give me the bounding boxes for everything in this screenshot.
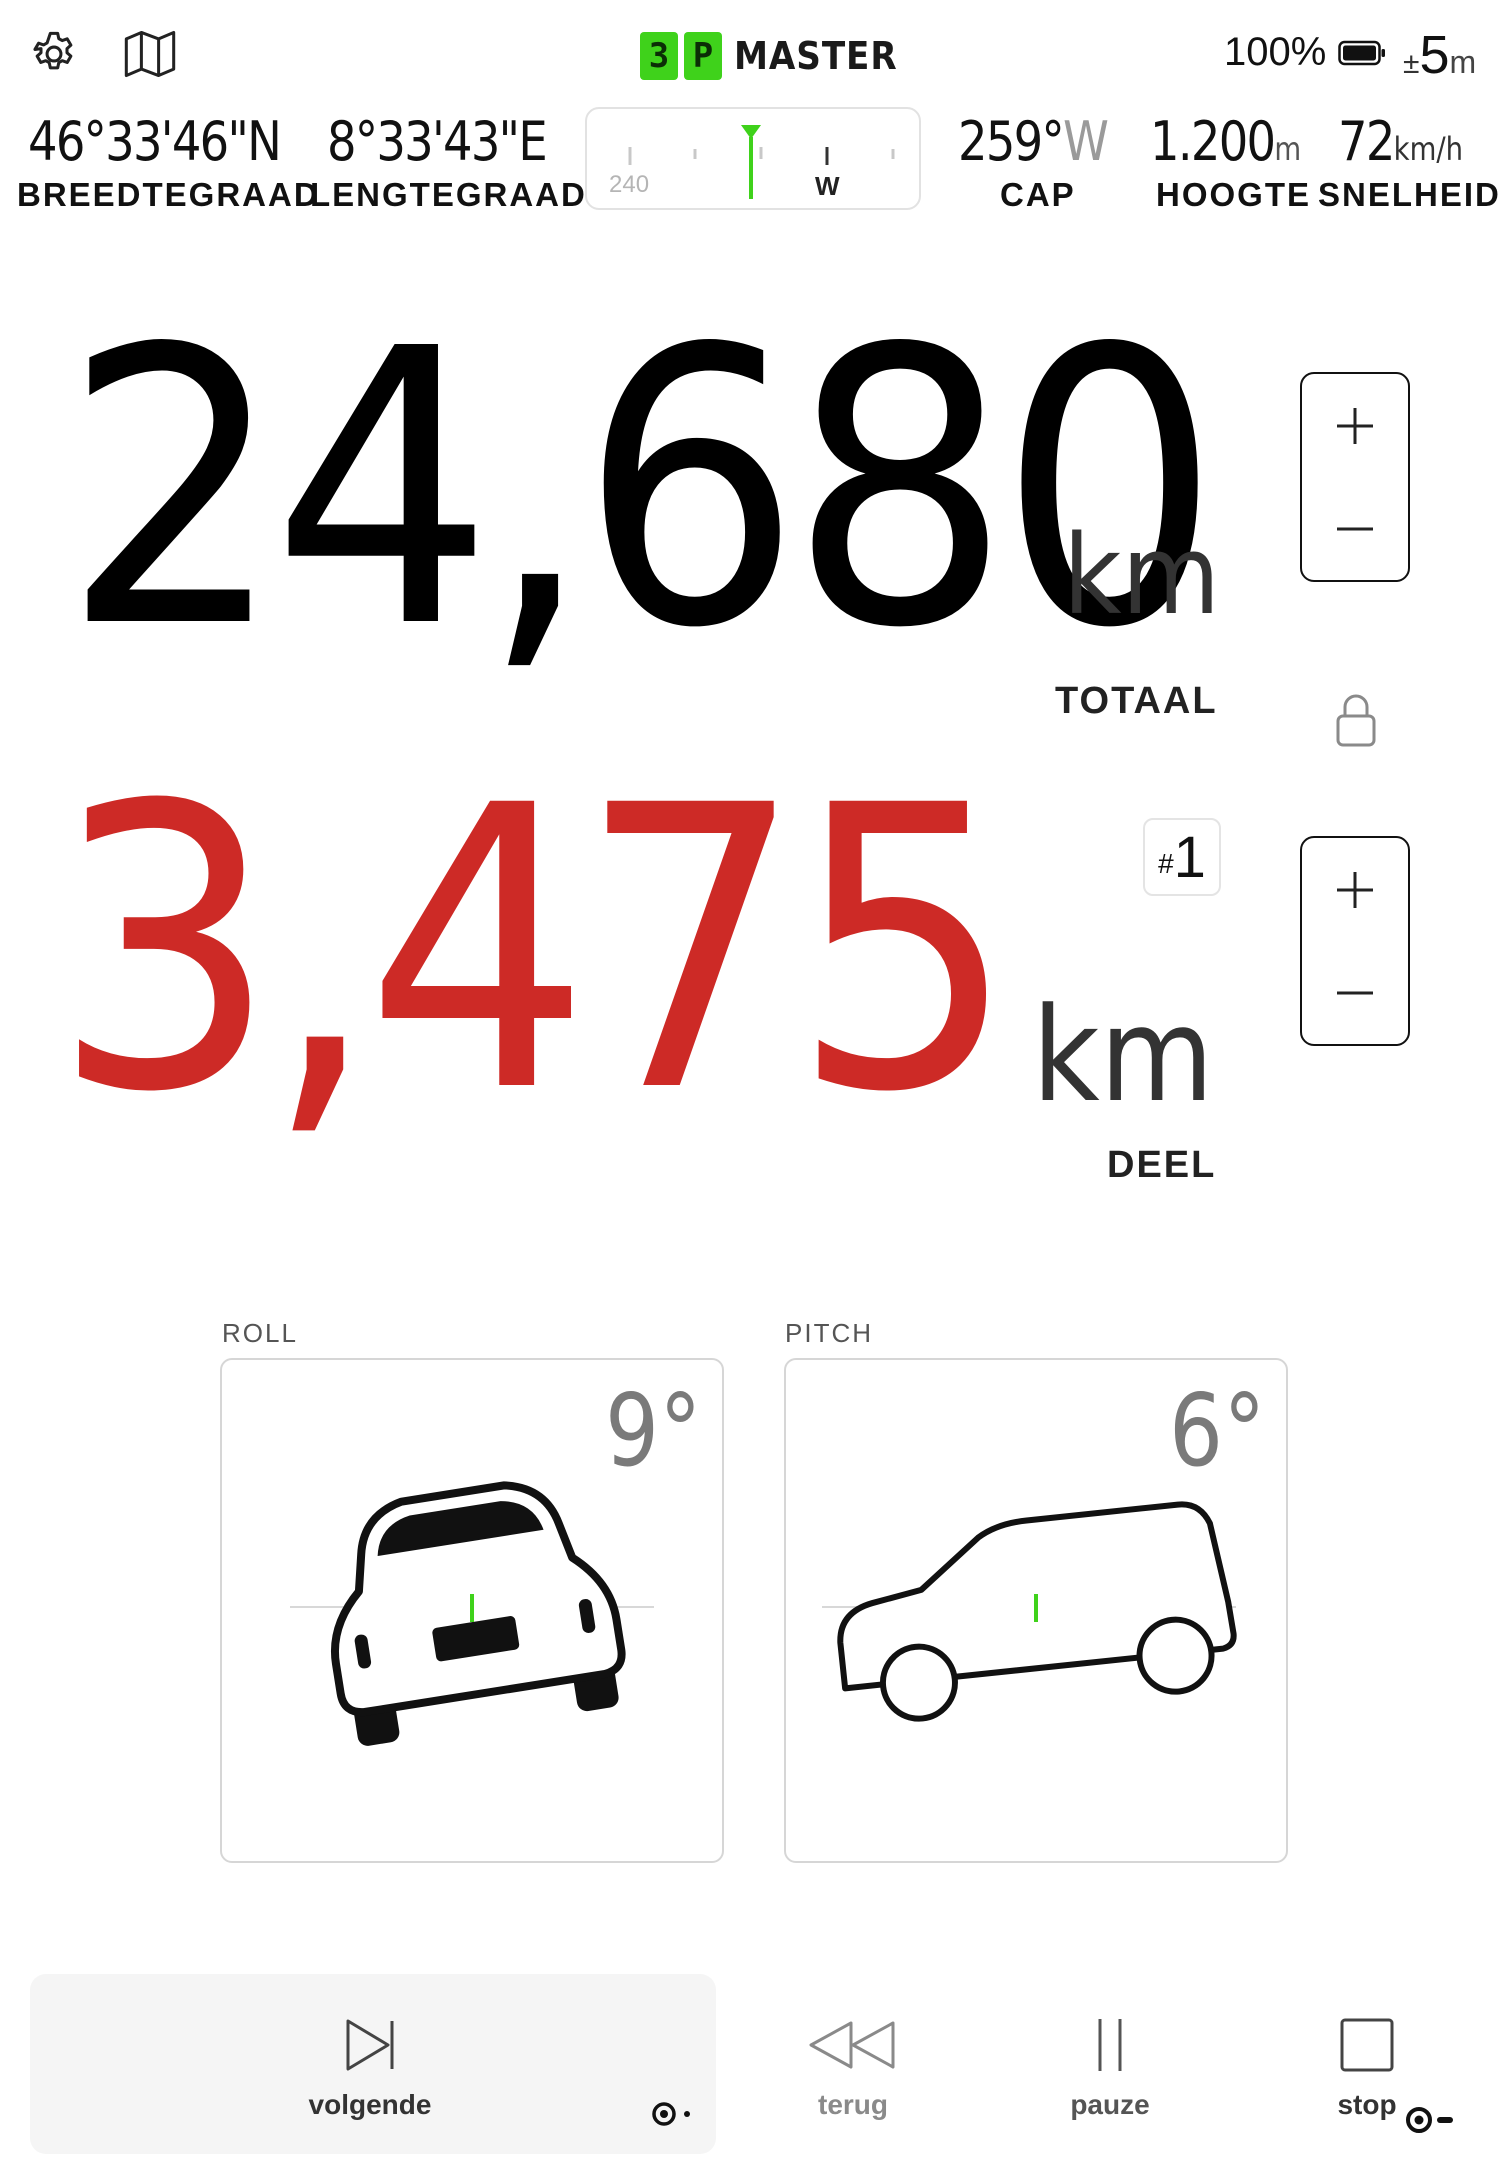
plus-icon — [1337, 871, 1373, 908]
speed-unit: km/h — [1393, 130, 1464, 168]
partial-adjust-box — [1300, 836, 1410, 1046]
map-button[interactable] — [120, 26, 180, 82]
stop-icon — [1340, 2018, 1394, 2072]
battery-icon — [1338, 40, 1386, 65]
total-increase-button[interactable] — [1302, 374, 1408, 477]
partial-increase-button[interactable] — [1302, 838, 1408, 941]
back-button[interactable]: terug — [788, 2015, 918, 2121]
record-dash-icon — [1406, 2107, 1453, 2133]
speed-label: SNELHEID — [1318, 176, 1500, 213]
badge-hash: # — [1158, 848, 1174, 879]
heading-direction: W — [1062, 110, 1109, 173]
gear-icon — [33, 31, 73, 70]
skip-next-icon — [346, 2019, 394, 2071]
partial-distance-value: 3,475 — [52, 723, 1017, 1177]
settings-button[interactable] — [26, 26, 82, 82]
heading-value: 259°W — [958, 110, 1109, 173]
total-label: TOTAAL — [1055, 680, 1218, 722]
accuracy-value: 5 — [1419, 25, 1450, 85]
record-dot-icon — [652, 2102, 690, 2126]
total-unit: km — [1063, 511, 1221, 639]
compass-strip: 240 W — [585, 107, 921, 210]
minus-icon — [1337, 527, 1373, 530]
stop-label: stop — [1337, 2089, 1397, 2120]
roll-label: ROLL — [222, 1318, 298, 1348]
lock-button[interactable] — [1330, 690, 1382, 750]
pause-button[interactable]: pauze — [1045, 2015, 1175, 2121]
map-icon — [124, 30, 176, 78]
gps-accuracy: ±5m — [1403, 24, 1476, 86]
next-indicator — [651, 2101, 695, 2127]
altitude-value: 1.200m — [1150, 110, 1301, 173]
compass-tick-label: 240 — [609, 171, 650, 198]
rewind-icon — [809, 2021, 895, 2069]
total-adjust-box — [1300, 372, 1410, 582]
pitch-panel: 6° — [784, 1358, 1288, 1863]
plus-icon — [1337, 407, 1373, 444]
longitude-value: 8°33'43"E — [327, 110, 548, 173]
logo-box-p: P — [684, 32, 722, 80]
heading-degrees: 259° — [958, 110, 1065, 173]
app-logo: 3 P MASTER — [640, 30, 916, 82]
altitude-number: 1.200 — [1150, 110, 1276, 173]
car-front-icon — [290, 1481, 654, 1746]
stop-indicator — [1405, 2106, 1457, 2138]
roll-panel: 9° — [220, 1358, 724, 1863]
next-label: volgende — [308, 2089, 432, 2120]
back-label: terug — [818, 2089, 888, 2120]
pause-icon — [1098, 2019, 1122, 2071]
battery-status: 100% — [1224, 30, 1386, 75]
latitude-label: BREEDTEGRAAD — [17, 176, 320, 213]
heading-label: CAP — [1000, 176, 1076, 213]
total-distance-value: 24,680 — [62, 268, 1221, 711]
accuracy-prefix: ± — [1403, 47, 1420, 80]
longitude-label: LENGTEGRAAD — [310, 176, 587, 213]
pitch-label: PITCH — [785, 1318, 873, 1348]
speed-number: 72 — [1338, 110, 1395, 173]
car-side-icon — [822, 1501, 1237, 1722]
badge-number: 1 — [1173, 824, 1206, 890]
logo-word: MASTER — [734, 34, 898, 78]
next-button[interactable]: volgende — [300, 2015, 440, 2121]
altitude-unit: m — [1274, 130, 1302, 168]
latitude-value: 46°33'46"N — [28, 110, 282, 173]
altitude-label: HOOGTE — [1156, 176, 1312, 213]
accuracy-unit: m — [1449, 44, 1477, 80]
pause-label: pauze — [1070, 2089, 1150, 2120]
partial-decrease-button[interactable] — [1302, 941, 1408, 1044]
partial-trip-badge[interactable]: #1 — [1143, 818, 1221, 896]
logo-box-3: 3 — [640, 32, 678, 80]
battery-percent: 100% — [1224, 30, 1327, 74]
partial-label: DEEL — [1107, 1144, 1217, 1186]
lock-icon — [1336, 694, 1376, 747]
total-decrease-button[interactable] — [1302, 477, 1408, 580]
compass-cardinal: W — [815, 171, 840, 201]
partial-unit: km — [1032, 979, 1214, 1131]
minus-icon — [1337, 991, 1373, 994]
speed-value: 72km/h — [1338, 110, 1463, 173]
